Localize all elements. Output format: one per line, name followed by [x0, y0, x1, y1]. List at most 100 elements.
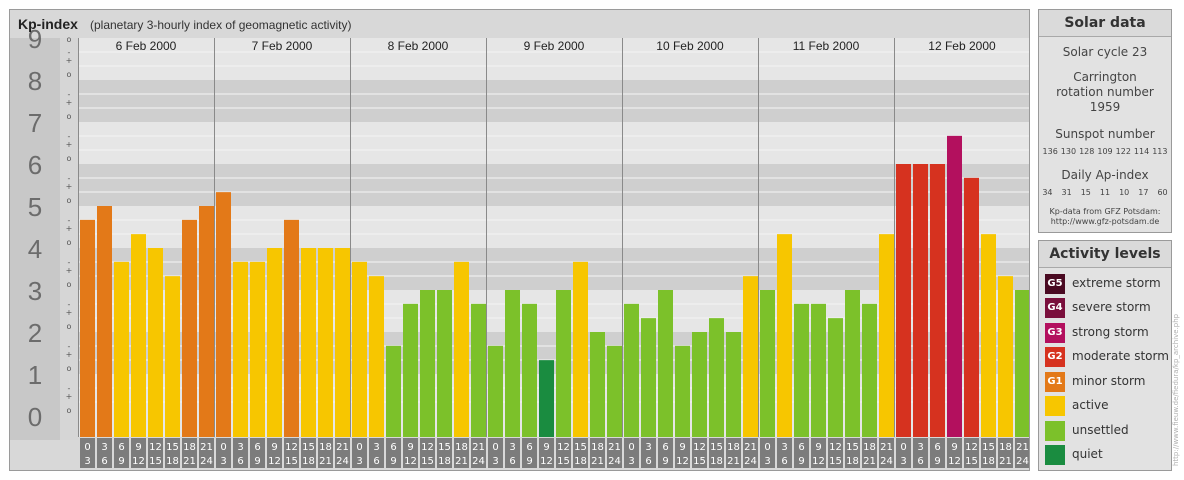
- interval-start-label: 12: [149, 442, 162, 453]
- carrington-rotation: Carrington rotation number 1959: [1056, 70, 1154, 114]
- interval-start-label: 3: [101, 442, 107, 453]
- kp-bar: [471, 303, 486, 437]
- kp-bar: [267, 248, 282, 437]
- kp-bar: [658, 290, 673, 437]
- interval-start-label: 9: [815, 442, 821, 453]
- minor-tick-label: +: [66, 224, 73, 233]
- kp-bar: [760, 290, 775, 437]
- sunspot-value: 122: [1115, 147, 1131, 156]
- interval-start-label: 18: [319, 442, 332, 453]
- interval-start-label: 0: [900, 442, 906, 453]
- interval-start-label: 21: [1016, 442, 1029, 453]
- interval-start-label: 9: [271, 442, 277, 453]
- legend-label: minor storm: [1072, 374, 1146, 388]
- legend-label: unsettled: [1072, 423, 1129, 437]
- solar-data-panel: Solar data Solar cycle 23 Carrington rot…: [1038, 9, 1172, 233]
- interval-end-label: 3: [492, 456, 498, 467]
- band-7: [78, 80, 1029, 122]
- kp-bar: [811, 303, 826, 437]
- interval-start-label: 21: [200, 442, 213, 453]
- legend-swatch: G5: [1045, 274, 1065, 294]
- kp-bar: [930, 164, 945, 437]
- interval-end-label: 15: [965, 456, 978, 467]
- interval-start-label: 21: [880, 442, 893, 453]
- interval-end-label: 18: [982, 456, 995, 467]
- kp-bar: [522, 303, 537, 437]
- interval-end-label: 6: [781, 456, 787, 467]
- kp-bar: [80, 219, 95, 437]
- interval-start-label: 12: [693, 442, 706, 453]
- interval-end-label: 15: [285, 456, 298, 467]
- interval-start-label: 15: [710, 442, 723, 453]
- interval-start-label: 18: [863, 442, 876, 453]
- kp-bar: [556, 290, 571, 437]
- interval-start-label: 21: [744, 442, 757, 453]
- minor-tick-label: o: [67, 280, 72, 289]
- interval-start-label: 18: [455, 442, 468, 453]
- interval-start-label: 6: [662, 442, 668, 453]
- kp-bar: [284, 219, 299, 437]
- interval-end-label: 12: [132, 456, 145, 467]
- minor-tick-label: -: [68, 384, 71, 393]
- interval-end-label: 24: [1016, 456, 1029, 467]
- kp-bar: [913, 164, 928, 437]
- kp-bar: [1015, 290, 1029, 437]
- interval-end-label: 18: [574, 456, 587, 467]
- interval-start-label: 12: [421, 442, 434, 453]
- interval-end-label: 21: [863, 456, 876, 467]
- minor-tick-label: +: [66, 56, 73, 65]
- legend-label: active: [1072, 398, 1109, 412]
- y-tick-label: 6: [28, 150, 42, 180]
- interval-end-label: 6: [917, 456, 923, 467]
- interval-end-label: 9: [118, 456, 124, 467]
- interval-end-label: 3: [220, 456, 226, 467]
- chart-subtitle: (planetary 3-hourly index of geomagnetic…: [90, 18, 351, 32]
- source-watermark: http://www.fieuw.de/fiedura/kp_archive.p…: [1172, 313, 1180, 466]
- interval-end-label: 12: [948, 456, 961, 467]
- interval-end-label: 24: [608, 456, 621, 467]
- ap-value: 60: [1157, 188, 1168, 197]
- interval-end-label: 12: [676, 456, 689, 467]
- interval-start-label: 21: [608, 442, 621, 453]
- minor-tick-label: +: [66, 350, 73, 359]
- kp-bar: [726, 332, 741, 437]
- ap-value: 31: [1061, 188, 1072, 197]
- interval-end-label: 18: [846, 456, 859, 467]
- data-credit-link[interactable]: http://www.gfz-potsdam.de: [1039, 217, 1171, 227]
- interval-start-label: 18: [183, 442, 196, 453]
- kp-bar: [879, 234, 894, 437]
- kp-bar: [624, 303, 639, 437]
- interval-end-label: 15: [829, 456, 842, 467]
- band-6: [78, 122, 1029, 164]
- kp-bar: [97, 206, 112, 437]
- interval-end-label: 18: [302, 456, 315, 467]
- chart-title: Kp-index: [18, 16, 78, 32]
- interval-start-label: 12: [965, 442, 978, 453]
- kp-bar: [369, 276, 384, 437]
- interval-end-label: 12: [404, 456, 417, 467]
- interval-start-label: 6: [934, 442, 940, 453]
- day-label: 6 Feb 2000: [116, 39, 177, 53]
- interval-start-label: 15: [574, 442, 587, 453]
- ap-value: 17: [1138, 188, 1149, 197]
- interval-start-label: 12: [285, 442, 298, 453]
- legend-swatch: [1045, 396, 1065, 416]
- interval-end-label: 6: [237, 456, 243, 467]
- interval-end-label: 9: [798, 456, 804, 467]
- minor-tick-label: -: [68, 90, 71, 99]
- interval-end-label: 3: [764, 456, 770, 467]
- legend-swatch: G1: [1045, 372, 1065, 392]
- kp-bar: [947, 135, 962, 438]
- interval-start-label: 6: [390, 442, 396, 453]
- interval-end-label: 9: [254, 456, 260, 467]
- interval-start-label: 0: [84, 442, 90, 453]
- kp-bar: [794, 303, 809, 437]
- legend-swatch: G2: [1045, 347, 1065, 367]
- y-tick-label: 3: [28, 276, 42, 306]
- ap-index-label: Daily Ap-index: [1061, 168, 1149, 182]
- ap-index-values: 34 31 15 11 10 17 60: [1039, 188, 1171, 197]
- interval-end-label: 3: [84, 456, 90, 467]
- minor-tick-label: +: [66, 98, 73, 107]
- kp-bar: [148, 248, 163, 437]
- day-label: 8 Feb 2000: [388, 39, 449, 53]
